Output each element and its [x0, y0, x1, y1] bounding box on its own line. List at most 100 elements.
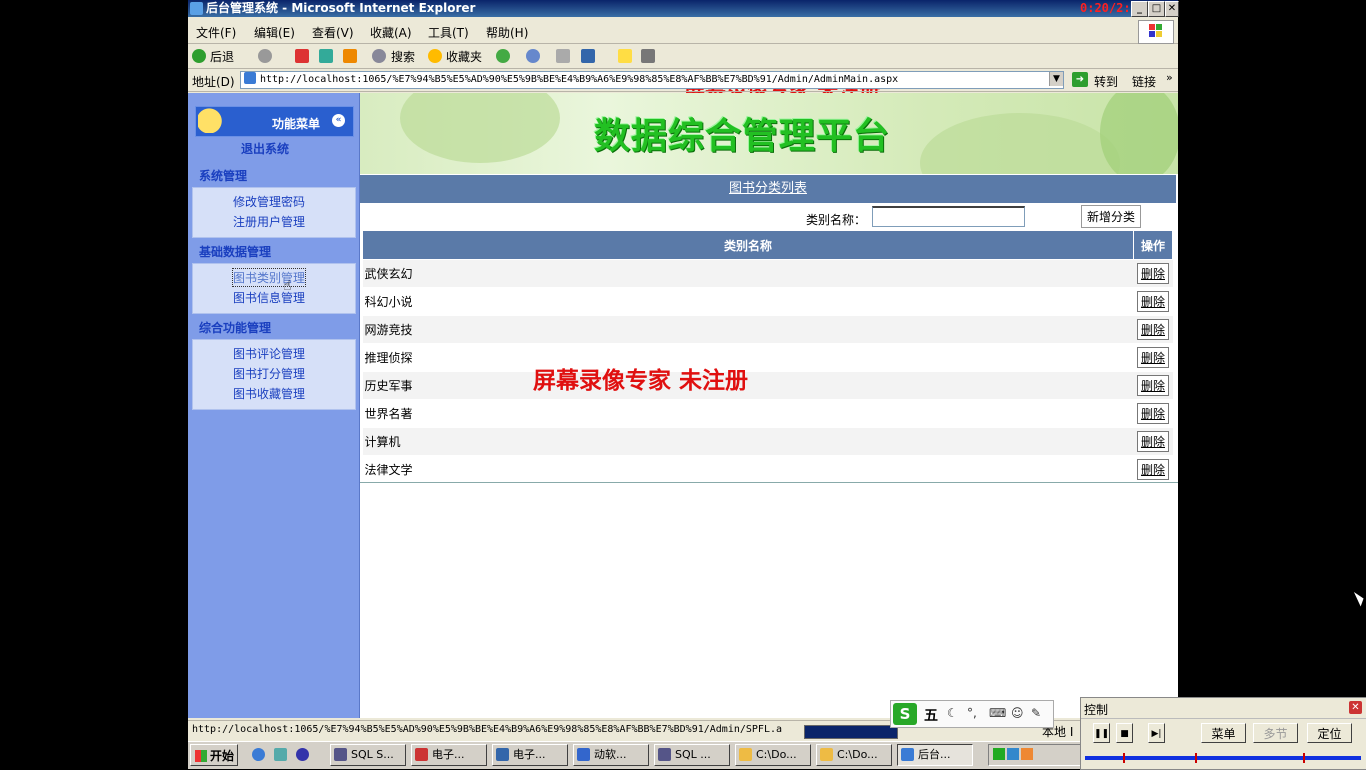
menu-button[interactable]: 菜单 — [1201, 723, 1246, 743]
menu-favorites[interactable]: 收藏(A) — [370, 24, 412, 41]
windows-logo-icon — [1138, 20, 1174, 44]
tray-icon[interactable] — [1021, 748, 1033, 760]
next-button[interactable]: ▶| — [1148, 723, 1165, 743]
back-button[interactable]: 后退 — [210, 48, 234, 65]
media-quicklaunch-icon[interactable] — [296, 748, 309, 761]
address-dropdown-icon[interactable]: ▼ — [1049, 72, 1063, 86]
category-name-input[interactable] — [872, 206, 1025, 227]
address-input[interactable]: http://localhost:1065/%E7%94%B5%E5%AD%90… — [240, 71, 1064, 89]
sidebar-item-user-management[interactable]: 注册用户管理 — [233, 213, 305, 230]
refresh-icon[interactable] — [319, 49, 333, 63]
taskbar-button[interactable]: 电子... — [492, 744, 568, 766]
home-icon[interactable] — [343, 49, 357, 63]
sidebar-section-functions[interactable]: 综合功能管理 — [199, 319, 271, 336]
minimize-button[interactable]: _ — [1131, 1, 1148, 17]
pause-button[interactable]: ❚❚ — [1093, 723, 1110, 743]
delete-button[interactable]: 删除 — [1137, 319, 1169, 340]
delete-button[interactable]: 删除 — [1137, 291, 1169, 312]
sidebar-item-book-info[interactable]: 图书信息管理 — [233, 289, 305, 306]
delete-button[interactable]: 删除 — [1137, 347, 1169, 368]
category-name-cell: 网游竞技 — [362, 315, 1134, 344]
taskbar-button[interactable]: SQL S... — [330, 744, 406, 766]
taskbar-button[interactable]: 动软... — [573, 744, 649, 766]
logout-link[interactable]: 退出系统 — [241, 140, 289, 157]
menu-tools[interactable]: 工具(T) — [428, 24, 469, 41]
sogou-icon[interactable]: S — [893, 703, 917, 725]
ime-mode[interactable]: 五 — [924, 705, 938, 725]
links-button[interactable]: 链接 — [1132, 73, 1156, 90]
table-row: 世界名著 删除 — [362, 399, 1173, 428]
edit-icon[interactable] — [581, 49, 595, 63]
taskbar-button[interactable]: 电子... — [411, 744, 487, 766]
column-header-action: 操作 — [1133, 230, 1173, 260]
sidebar-item-book-comments[interactable]: 图书评论管理 — [233, 345, 305, 362]
sidebar-title: 功能菜单 — [272, 117, 321, 131]
discuss-icon[interactable] — [618, 49, 632, 63]
favorites-button[interactable]: 收藏夹 — [446, 48, 482, 65]
ie-window: 后台管理系统 - Microsoft Internet Explorer 0:2… — [188, 0, 1179, 768]
wrench-icon[interactable]: ✎ — [1031, 706, 1041, 720]
stop-button[interactable]: ■ — [1116, 723, 1133, 743]
punctuation-icon[interactable]: °, — [967, 706, 977, 720]
locate-button[interactable]: 定位 — [1307, 723, 1352, 743]
history-icon[interactable] — [496, 49, 510, 63]
table-row: 计算机 删除 — [362, 427, 1173, 456]
list-heading[interactable]: 图书分类列表 — [729, 181, 807, 196]
tray-icon[interactable] — [993, 748, 1005, 760]
back-icon[interactable] — [192, 49, 206, 63]
delete-button[interactable]: 删除 — [1137, 403, 1169, 424]
table-row: 推理侦探 删除 — [362, 343, 1173, 372]
stop-icon[interactable] — [295, 49, 309, 63]
mail-icon[interactable] — [526, 49, 540, 63]
sidebar-item-book-favorites[interactable]: 图书收藏管理 — [233, 385, 305, 402]
chevron-right-icon[interactable]: » — [1166, 71, 1173, 84]
messenger-icon[interactable] — [641, 49, 655, 63]
sidebar-item-change-password[interactable]: 修改管理密码 — [233, 193, 305, 210]
add-category-button[interactable]: 新增分类 — [1081, 205, 1141, 228]
delete-button[interactable]: 删除 — [1137, 263, 1169, 284]
moon-icon[interactable]: ☾ — [947, 706, 958, 720]
go-arrow-icon[interactable]: ➜ — [1072, 72, 1088, 87]
taskbar-button[interactable]: 后台... — [897, 744, 973, 766]
window-title: 后台管理系统 - Microsoft Internet Explorer — [206, 1, 476, 15]
menu-view[interactable]: 查看(V) — [312, 24, 354, 41]
taskbar-button[interactable]: C:\Do... — [816, 744, 892, 766]
user-icon[interactable]: ☺ — [1011, 706, 1024, 720]
menu-edit[interactable]: 编辑(E) — [254, 24, 295, 41]
delete-button[interactable]: 删除 — [1137, 431, 1169, 452]
start-label: 开始 — [209, 749, 234, 763]
print-icon[interactable] — [556, 49, 570, 63]
collapse-icon[interactable]: « — [332, 114, 345, 127]
action-cell: 删除 — [1133, 259, 1173, 288]
sidebar-item-book-ratings[interactable]: 图书打分管理 — [233, 365, 305, 382]
start-button[interactable]: 开始 — [190, 744, 238, 766]
taskbar-button[interactable]: SQL ... — [654, 744, 730, 766]
playback-progress[interactable] — [1085, 753, 1361, 763]
tray-icon[interactable] — [1007, 748, 1019, 760]
sidebar-section-system[interactable]: 系统管理 — [199, 167, 247, 184]
delete-button[interactable]: 删除 — [1137, 375, 1169, 396]
search-button[interactable]: 搜索 — [391, 48, 415, 65]
ie-quicklaunch-icon[interactable] — [252, 748, 265, 761]
action-cell: 删除 — [1133, 455, 1173, 484]
category-name-cell: 武侠玄幻 — [362, 259, 1134, 288]
sidebar-item-book-category[interactable]: 图书类别管理 — [231, 268, 307, 287]
menu-help[interactable]: 帮助(H) — [486, 24, 528, 41]
favorites-icon[interactable] — [428, 49, 442, 63]
close-icon[interactable]: ✕ — [1349, 701, 1362, 714]
app-icon — [901, 748, 914, 761]
taskbar-button[interactable]: C:\Do... — [735, 744, 811, 766]
multi-section-button[interactable]: 多节 — [1253, 723, 1298, 743]
close-button[interactable]: ✕ — [1165, 1, 1179, 17]
delete-button[interactable]: 删除 — [1137, 459, 1169, 480]
search-icon[interactable] — [372, 49, 386, 63]
menu-file[interactable]: 文件(F) — [196, 24, 236, 41]
forward-icon[interactable] — [258, 49, 272, 63]
desktop-quicklaunch-icon[interactable] — [274, 748, 287, 761]
status-url: http://localhost:1065/%E7%94%B5%E5%AD%90… — [192, 724, 783, 735]
go-button[interactable]: 转到 — [1094, 73, 1118, 90]
ie-icon — [190, 2, 203, 15]
keyboard-icon[interactable]: ⌨ — [989, 706, 1006, 720]
sidebar-section-basic-data[interactable]: 基础数据管理 — [199, 243, 271, 260]
maximize-button[interactable]: □ — [1148, 1, 1165, 17]
